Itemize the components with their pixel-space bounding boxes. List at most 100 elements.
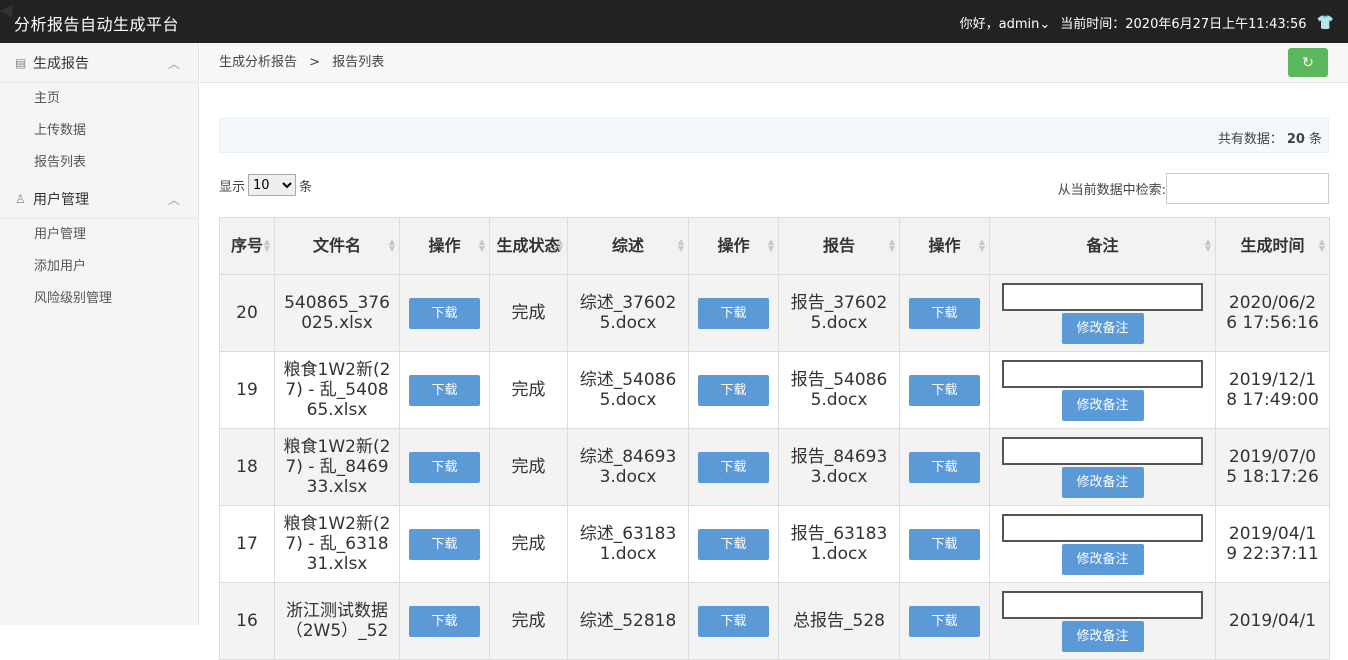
download-report-button[interactable]: 下载 — [909, 297, 980, 329]
col-header-label: 序号 — [230, 236, 263, 255]
download-summary-button[interactable]: 下载 — [698, 528, 769, 560]
col-header-note[interactable]: 备注 ▲ ▼ — [989, 217, 1216, 275]
cell-time: 2019/12/18 17:49:00 — [1215, 351, 1330, 429]
edit-note-button[interactable]: 修改备注 — [1061, 466, 1144, 498]
download-file-button[interactable]: 下载 — [409, 374, 480, 406]
note-input[interactable] — [1002, 359, 1203, 388]
cell-note: 修改备注 — [989, 274, 1216, 352]
col-header-time[interactable]: 生成时间 ▲ ▼ — [1215, 217, 1330, 275]
sidebar: ▤ 生成报告 ︿ 主页 上传数据 报告列表 ♙ 用户管理 ︿ 用户管理 添加用户… — [0, 43, 199, 625]
col-header-action[interactable]: 操作 ▲ ▼ — [399, 217, 490, 275]
cell-report: 报告_540865.docx — [778, 351, 900, 429]
sort-icon: ▲ ▼ — [767, 237, 774, 253]
download-file-button[interactable]: 下载 — [409, 605, 480, 637]
sort-icon: ▲ ▼ — [1318, 237, 1325, 253]
table-row: 16 浙江测试数据（2W5）_52 下载 完成 综述_52818 下载 总报告_… — [219, 582, 1330, 660]
download-summary-button[interactable]: 下载 — [698, 605, 769, 637]
cell-action: 下载 — [688, 505, 779, 583]
table-row: 20 540865_376025.xlsx 下载 完成 综述_376025.do… — [219, 274, 1330, 352]
user-menu[interactable]: 你好，admin⌄ — [960, 13, 1051, 32]
shirt-icon[interactable]: 👕 — [1317, 15, 1334, 31]
sidebar-item-risk-level[interactable]: 风险级别管理 — [0, 283, 198, 315]
table-search: 从当前数据中检索: — [1058, 173, 1329, 204]
cell-id: 19 — [219, 351, 275, 429]
cell-action: 下载 — [399, 274, 490, 352]
col-header-id[interactable]: 序号 ▲ ▼ — [219, 217, 275, 275]
cell-id: 16 — [219, 582, 275, 660]
sidebar-item-user-manage[interactable]: 用户管理 — [0, 219, 198, 251]
refresh-button[interactable]: ↻ — [1288, 48, 1328, 77]
table-row: 18 粮食1W2新(27) - 乱_846933.xlsx 下载 完成 综述_8… — [219, 428, 1330, 506]
download-summary-button[interactable]: 下载 — [698, 451, 769, 483]
sidebar-item-upload[interactable]: 上传数据 — [0, 115, 198, 147]
table-row: 19 粮食1W2新(27) - 乱_540865.xlsx 下载 完成 综述_5… — [219, 351, 1330, 429]
cell-summary: 综述_631831.docx — [567, 505, 689, 583]
cell-action: 下载 — [399, 582, 490, 660]
cell-id: 18 — [219, 428, 275, 506]
cell-report: 报告_846933.docx — [778, 428, 900, 506]
breadcrumb-separator: > — [309, 55, 321, 70]
cell-action: 下载 — [899, 351, 990, 429]
cell-time: 2019/04/1 — [1215, 582, 1330, 660]
cell-note: 修改备注 — [989, 428, 1216, 506]
breadcrumb-parent[interactable]: 生成分析报告 — [219, 55, 297, 70]
sort-icon: ▲ ▼ — [478, 237, 485, 253]
sidebar-item-report-list[interactable]: 报告列表 — [0, 147, 198, 179]
cell-status: 完成 — [489, 582, 568, 660]
col-header-label: 报告 — [822, 236, 855, 255]
sort-icon: ▲ ▼ — [388, 237, 395, 253]
search-input[interactable] — [1166, 173, 1329, 204]
total-count-bar: 共有数据： 20 条 — [219, 118, 1329, 153]
download-file-button[interactable]: 下载 — [409, 451, 480, 483]
note-input[interactable] — [1002, 282, 1203, 311]
col-header-label: 操作 — [928, 236, 961, 255]
col-header-report[interactable]: 报告 ▲ ▼ — [778, 217, 900, 275]
current-time: 当前时间：2020年6月27日上午11:43:56 — [1060, 17, 1307, 32]
download-report-button[interactable]: 下载 — [909, 374, 980, 406]
sidebar-group-user[interactable]: ♙ 用户管理 ︿ — [0, 179, 198, 219]
cell-status: 完成 — [489, 428, 568, 506]
download-file-button[interactable]: 下载 — [409, 297, 480, 329]
page-length-control: 显示 10 条 — [219, 174, 312, 196]
col-header-status[interactable]: 生成状态 ▲ ▼ — [489, 217, 568, 275]
download-report-button[interactable]: 下载 — [909, 451, 980, 483]
cell-status: 完成 — [489, 505, 568, 583]
sidebar-collapse-handle[interactable]: ◀ — [0, 0, 12, 19]
note-input[interactable] — [1002, 436, 1203, 465]
length-prefix: 显示 — [219, 179, 246, 195]
col-header-action[interactable]: 操作 ▲ ▼ — [899, 217, 990, 275]
report-icon: ▤ — [15, 55, 27, 70]
edit-note-button[interactable]: 修改备注 — [1061, 543, 1144, 575]
col-header-file[interactable]: 文件名 ▲ ▼ — [274, 217, 400, 275]
note-input[interactable] — [1002, 513, 1203, 542]
cell-action: 下载 — [688, 274, 779, 352]
cell-action: 下载 — [899, 274, 990, 352]
cell-action: 下载 — [688, 582, 779, 660]
sidebar-item-add-user[interactable]: 添加用户 — [0, 251, 198, 283]
cell-action: 下载 — [399, 428, 490, 506]
cell-action: 下载 — [399, 351, 490, 429]
sidebar-item-home[interactable]: 主页 — [0, 83, 198, 115]
edit-note-button[interactable]: 修改备注 — [1061, 620, 1144, 652]
search-label: 从当前数据中检索: — [1057, 183, 1166, 198]
col-header-label: 生成时间 — [1240, 236, 1305, 255]
download-report-button[interactable]: 下载 — [909, 605, 980, 637]
col-header-action[interactable]: 操作 ▲ ▼ — [688, 217, 779, 275]
download-summary-button[interactable]: 下载 — [698, 297, 769, 329]
edit-note-button[interactable]: 修改备注 — [1061, 389, 1144, 421]
edit-note-button[interactable]: 修改备注 — [1061, 312, 1144, 344]
col-header-summary[interactable]: 综述 ▲ ▼ — [567, 217, 689, 275]
sidebar-group-report[interactable]: ▤ 生成报告 ︿ — [0, 43, 198, 83]
total-count: 20 — [1286, 132, 1305, 147]
cell-report: 报告_376025.docx — [778, 274, 900, 352]
cell-note: 修改备注 — [989, 582, 1216, 660]
note-input[interactable] — [1002, 590, 1203, 619]
cell-time: 2019/07/05 18:17:26 — [1215, 428, 1330, 506]
page-length-select[interactable]: 10 — [248, 174, 297, 196]
download-summary-button[interactable]: 下载 — [698, 374, 769, 406]
download-report-button[interactable]: 下载 — [909, 528, 980, 560]
download-file-button[interactable]: 下载 — [409, 528, 480, 560]
user-icon: ♙ — [15, 191, 26, 206]
chevron-up-icon: ︿ — [167, 57, 180, 71]
col-header-label: 综述 — [611, 236, 644, 255]
